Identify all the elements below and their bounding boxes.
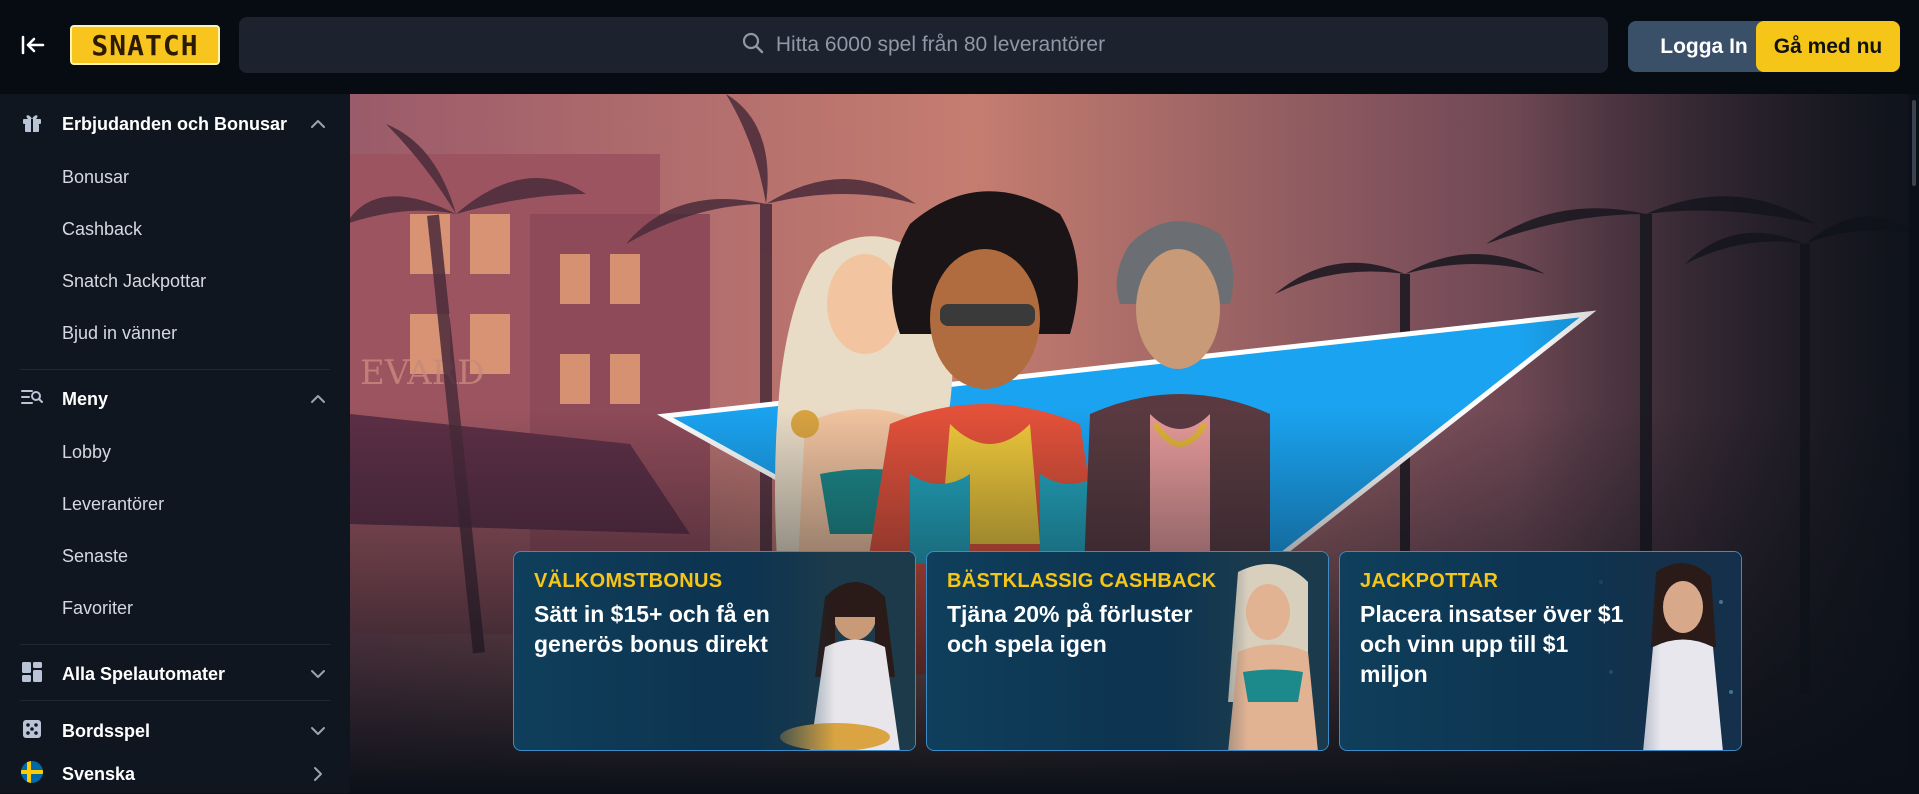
search-placeholder: Hitta 6000 spel från 80 leverantörer (775, 33, 1106, 56)
chevron-down-icon[interactable] (308, 664, 328, 684)
main-content: EVARD (350, 94, 1919, 793)
join-button[interactable]: Gå med nu (1756, 21, 1900, 72)
promo-kicker: VÄLKOMSTBONUS (534, 570, 723, 592)
section-label-slots: Alla Spelautomater (62, 663, 226, 684)
collapse-sidebar-icon[interactable] (18, 32, 48, 58)
sidebar-item-bonusar[interactable]: Bonusar (62, 162, 129, 192)
promo-kicker: JACKPOTTAR (1360, 570, 1499, 592)
chevron-down-icon[interactable] (308, 721, 328, 741)
sidebar-section-slots[interactable]: Alla Spelautomater (20, 654, 330, 694)
main-scrollbar[interactable] (1909, 94, 1919, 793)
sidebar-section-offers[interactable]: Erbjudanden och Bonusar (20, 104, 330, 144)
sidebar-language-selector[interactable]: Svenska (20, 754, 330, 794)
grid-icon (20, 660, 44, 689)
gift-icon (20, 110, 44, 139)
dice-icon (20, 717, 44, 746)
promo-text: Placera insatser över $1 och vinn upp ti… (1360, 601, 1624, 687)
top-header: SNATCH Hitta 6000 spel från 80 leverantö… (0, 0, 1919, 94)
sidebar-item-invite[interactable]: Bjud in vänner (62, 318, 177, 348)
sidebar-item-providers[interactable]: Leverantörer (62, 489, 164, 519)
sidebar-divider (20, 369, 330, 370)
sidebar: Erbjudanden och Bonusar Bonusar Cashback… (0, 94, 350, 793)
sidebar-item-favorites[interactable]: Favoriter (62, 593, 133, 623)
promo-card-cashback[interactable]: BÄSTKLASSIG CASHBACK Tjäna 20% på förlus… (926, 551, 1329, 751)
section-label-menu: Meny (62, 388, 109, 409)
chevron-up-icon[interactable] (308, 114, 328, 134)
hero-banner[interactable]: EVARD (350, 94, 1909, 793)
sidebar-item-recent[interactable]: Senaste (62, 541, 128, 571)
language-label: Svenska (62, 763, 136, 784)
chevron-up-icon[interactable] (308, 389, 328, 409)
snatch-logo[interactable]: SNATCH (70, 25, 220, 65)
promo-kicker: BÄSTKLASSIG CASHBACK (947, 570, 1217, 592)
sidebar-item-jackpots[interactable]: Snatch Jackpottar (62, 266, 206, 296)
sidebar-section-table-games[interactable]: Bordsspel (20, 711, 330, 751)
scrollbar-thumb[interactable] (1912, 100, 1916, 186)
sweden-flag-icon (20, 760, 44, 789)
promo-card-jackpots[interactable]: JACKPOTTAR Placera insatser över $1 och … (1339, 551, 1742, 751)
section-label-offers: Erbjudanden och Bonusar (62, 113, 288, 134)
sidebar-item-cashback[interactable]: Cashback (62, 214, 142, 244)
sidebar-item-lobby[interactable]: Lobby (62, 437, 111, 467)
sidebar-divider (20, 644, 330, 645)
sidebar-section-menu[interactable]: Meny (20, 379, 330, 419)
search-bar[interactable]: Hitta 6000 spel från 80 leverantörer (239, 17, 1608, 73)
svg-text:SNATCH: SNATCH (91, 29, 198, 62)
promo-card-welcome[interactable]: VÄLKOMSTBONUS Sätt in $15+ och få en gen… (513, 551, 916, 751)
section-label-table-games: Bordsspel (62, 720, 151, 741)
chevron-right-icon[interactable] (308, 764, 328, 784)
sidebar-divider (20, 700, 330, 701)
search-icon (742, 32, 764, 59)
promo-text: Tjäna 20% på förluster och spela igen (947, 601, 1193, 657)
promo-text: Sätt in $15+ och få en generös bonus dir… (534, 601, 770, 657)
menu-search-icon (20, 385, 44, 414)
